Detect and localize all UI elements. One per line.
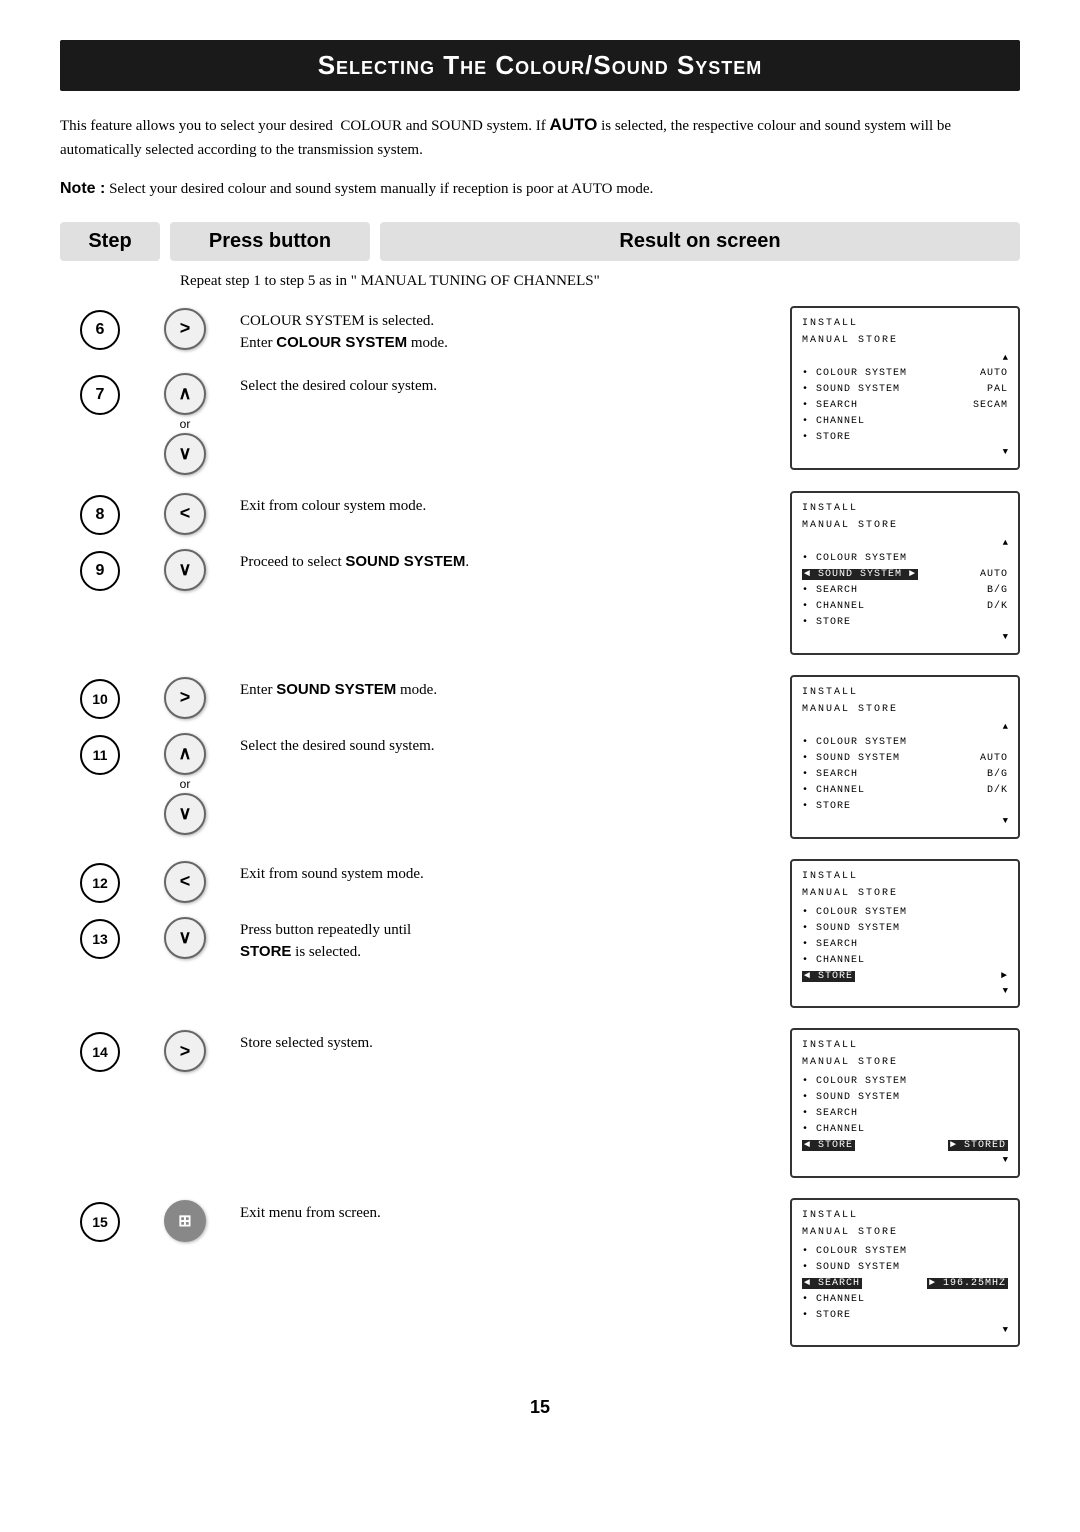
desc-12: Exit from sound system mode. [230,859,790,890]
screen-panel-5: INSTALL MANUAL STORE • COLOUR SYSTEM • S… [790,1198,1020,1348]
step-badge-9: 9 [80,551,120,591]
screen-panel-1: INSTALL MANUAL STORE ▲ • COLOUR SYSTEM ◄… [790,491,1020,655]
step-badge-8: 8 [80,495,120,535]
step-badge-6: 6 [80,310,120,350]
step-row-11: 11 ∧ or ∨ Select the desired sound syste… [60,731,790,835]
header-row: Step Press button Result on screen [60,222,1020,261]
screen-panel-3: INSTALL MANUAL STORE • COLOUR SYSTEM • S… [790,859,1020,1009]
screen-panel-4: INSTALL MANUAL STORE • COLOUR SYSTEM • S… [790,1028,1020,1178]
step-group-10-11: 10 > Enter SOUND SYSTEM mode. 11 ∧ or ∨ [60,675,1020,849]
desc-14: Store selected system. [230,1028,790,1059]
btn-exit-15[interactable]: ⊞ [164,1200,206,1242]
step-row-15: 15 ⊞ Exit menu from screen. [60,1198,790,1242]
screen-1: INSTALL MANUAL STORE ▲ • COLOUR SYSTEM ◄… [790,491,1020,665]
desc-15: Exit menu from screen. [230,1198,790,1229]
step-badge-14: 14 [80,1032,120,1072]
btn-right-14[interactable]: > [164,1030,206,1072]
page-title: Selecting The Colour/Sound System [80,50,1000,81]
btn-up-11[interactable]: ∧ [164,733,206,775]
repeat-note: Repeat step 1 to step 5 as in " MANUAL T… [60,273,1020,290]
step-badge-11: 11 [80,735,120,775]
step-group-12-13: 12 < Exit from sound system mode. 13 ∨ [60,859,1020,1019]
btn-left-12[interactable]: < [164,861,206,903]
step-row-9: 9 ∨ Proceed to select SOUND SYSTEM. [60,547,790,591]
desc-6: COLOUR SYSTEM is selected. Enter COLOUR … [230,306,790,359]
btn-down-13[interactable]: ∨ [164,917,206,959]
desc-10: Enter SOUND SYSTEM mode. [230,675,790,706]
page-number: 15 [60,1397,1020,1418]
step-badge-10: 10 [80,679,120,719]
or-text-7: or [180,417,191,431]
screen-panel-2: INSTALL MANUAL STORE ▲ • COLOUR SYSTEM •… [790,675,1020,839]
btn-down-7[interactable]: ∨ [164,433,206,475]
step-row-8: 8 < Exit from colour system mode. [60,491,790,535]
step-row-14: 14 > Store selected system. [60,1028,790,1072]
header-step: Step [60,222,160,261]
step-row-13: 13 ∨ Press button repeatedly until STORE… [60,915,790,968]
screen-panel-0: INSTALL MANUAL STORE ▲ • COLOUR SYSTEMAU… [790,306,1020,470]
btn-right-10[interactable]: > [164,677,206,719]
step-badge-15: 15 [80,1202,120,1242]
instruction-block: 6 > COLOUR SYSTEM is selected. Enter COL… [60,306,1020,1368]
desc-7: Select the desired colour system. [230,371,790,402]
note-paragraph: Note : Select your desired colour and so… [60,176,1020,202]
step-row-7: 7 ∧ or ∨ Select the desired colour syste… [60,371,790,475]
header-result: Result on screen [380,222,1020,261]
step-group-8-9: 8 < Exit from colour system mode. 9 ∨ P [60,491,1020,665]
step-row-12: 12 < Exit from sound system mode. [60,859,790,903]
btn-right-6[interactable]: > [164,308,206,350]
step-group-15: 15 ⊞ Exit menu from screen. INSTALL MANU… [60,1198,1020,1358]
step-badge-12: 12 [80,863,120,903]
screen-0: INSTALL MANUAL STORE ▲ • COLOUR SYSTEMAU… [790,306,1020,481]
step-badge-13: 13 [80,919,120,959]
screen-2: INSTALL MANUAL STORE ▲ • COLOUR SYSTEM •… [790,675,1020,849]
screen-3: INSTALL MANUAL STORE • COLOUR SYSTEM • S… [790,859,1020,1019]
intro-paragraph1: This feature allows you to select your d… [60,111,1020,162]
desc-13: Press button repeatedly until STORE is s… [230,915,790,968]
screen-5: INSTALL MANUAL STORE • COLOUR SYSTEM • S… [790,1198,1020,1358]
step-group-6-7: 6 > COLOUR SYSTEM is selected. Enter COL… [60,306,1020,481]
btn-down-9[interactable]: ∨ [164,549,206,591]
btn-up-7[interactable]: ∧ [164,373,206,415]
btn-left-8[interactable]: < [164,493,206,535]
step-row-6: 6 > COLOUR SYSTEM is selected. Enter COL… [60,306,790,359]
step-badge-7: 7 [80,375,120,415]
desc-9: Proceed to select SOUND SYSTEM. [230,547,790,578]
step-row-10: 10 > Enter SOUND SYSTEM mode. [60,675,790,719]
step-group-14: 14 > Store selected system. INSTALL MANU… [60,1028,1020,1188]
page-title-bar: Selecting The Colour/Sound System [60,40,1020,91]
btn-down-11[interactable]: ∨ [164,793,206,835]
desc-11: Select the desired sound system. [230,731,790,762]
desc-8: Exit from colour system mode. [230,491,790,522]
header-press: Press button [170,222,370,261]
screen-4: INSTALL MANUAL STORE • COLOUR SYSTEM • S… [790,1028,1020,1188]
or-text-11: or [180,777,191,791]
